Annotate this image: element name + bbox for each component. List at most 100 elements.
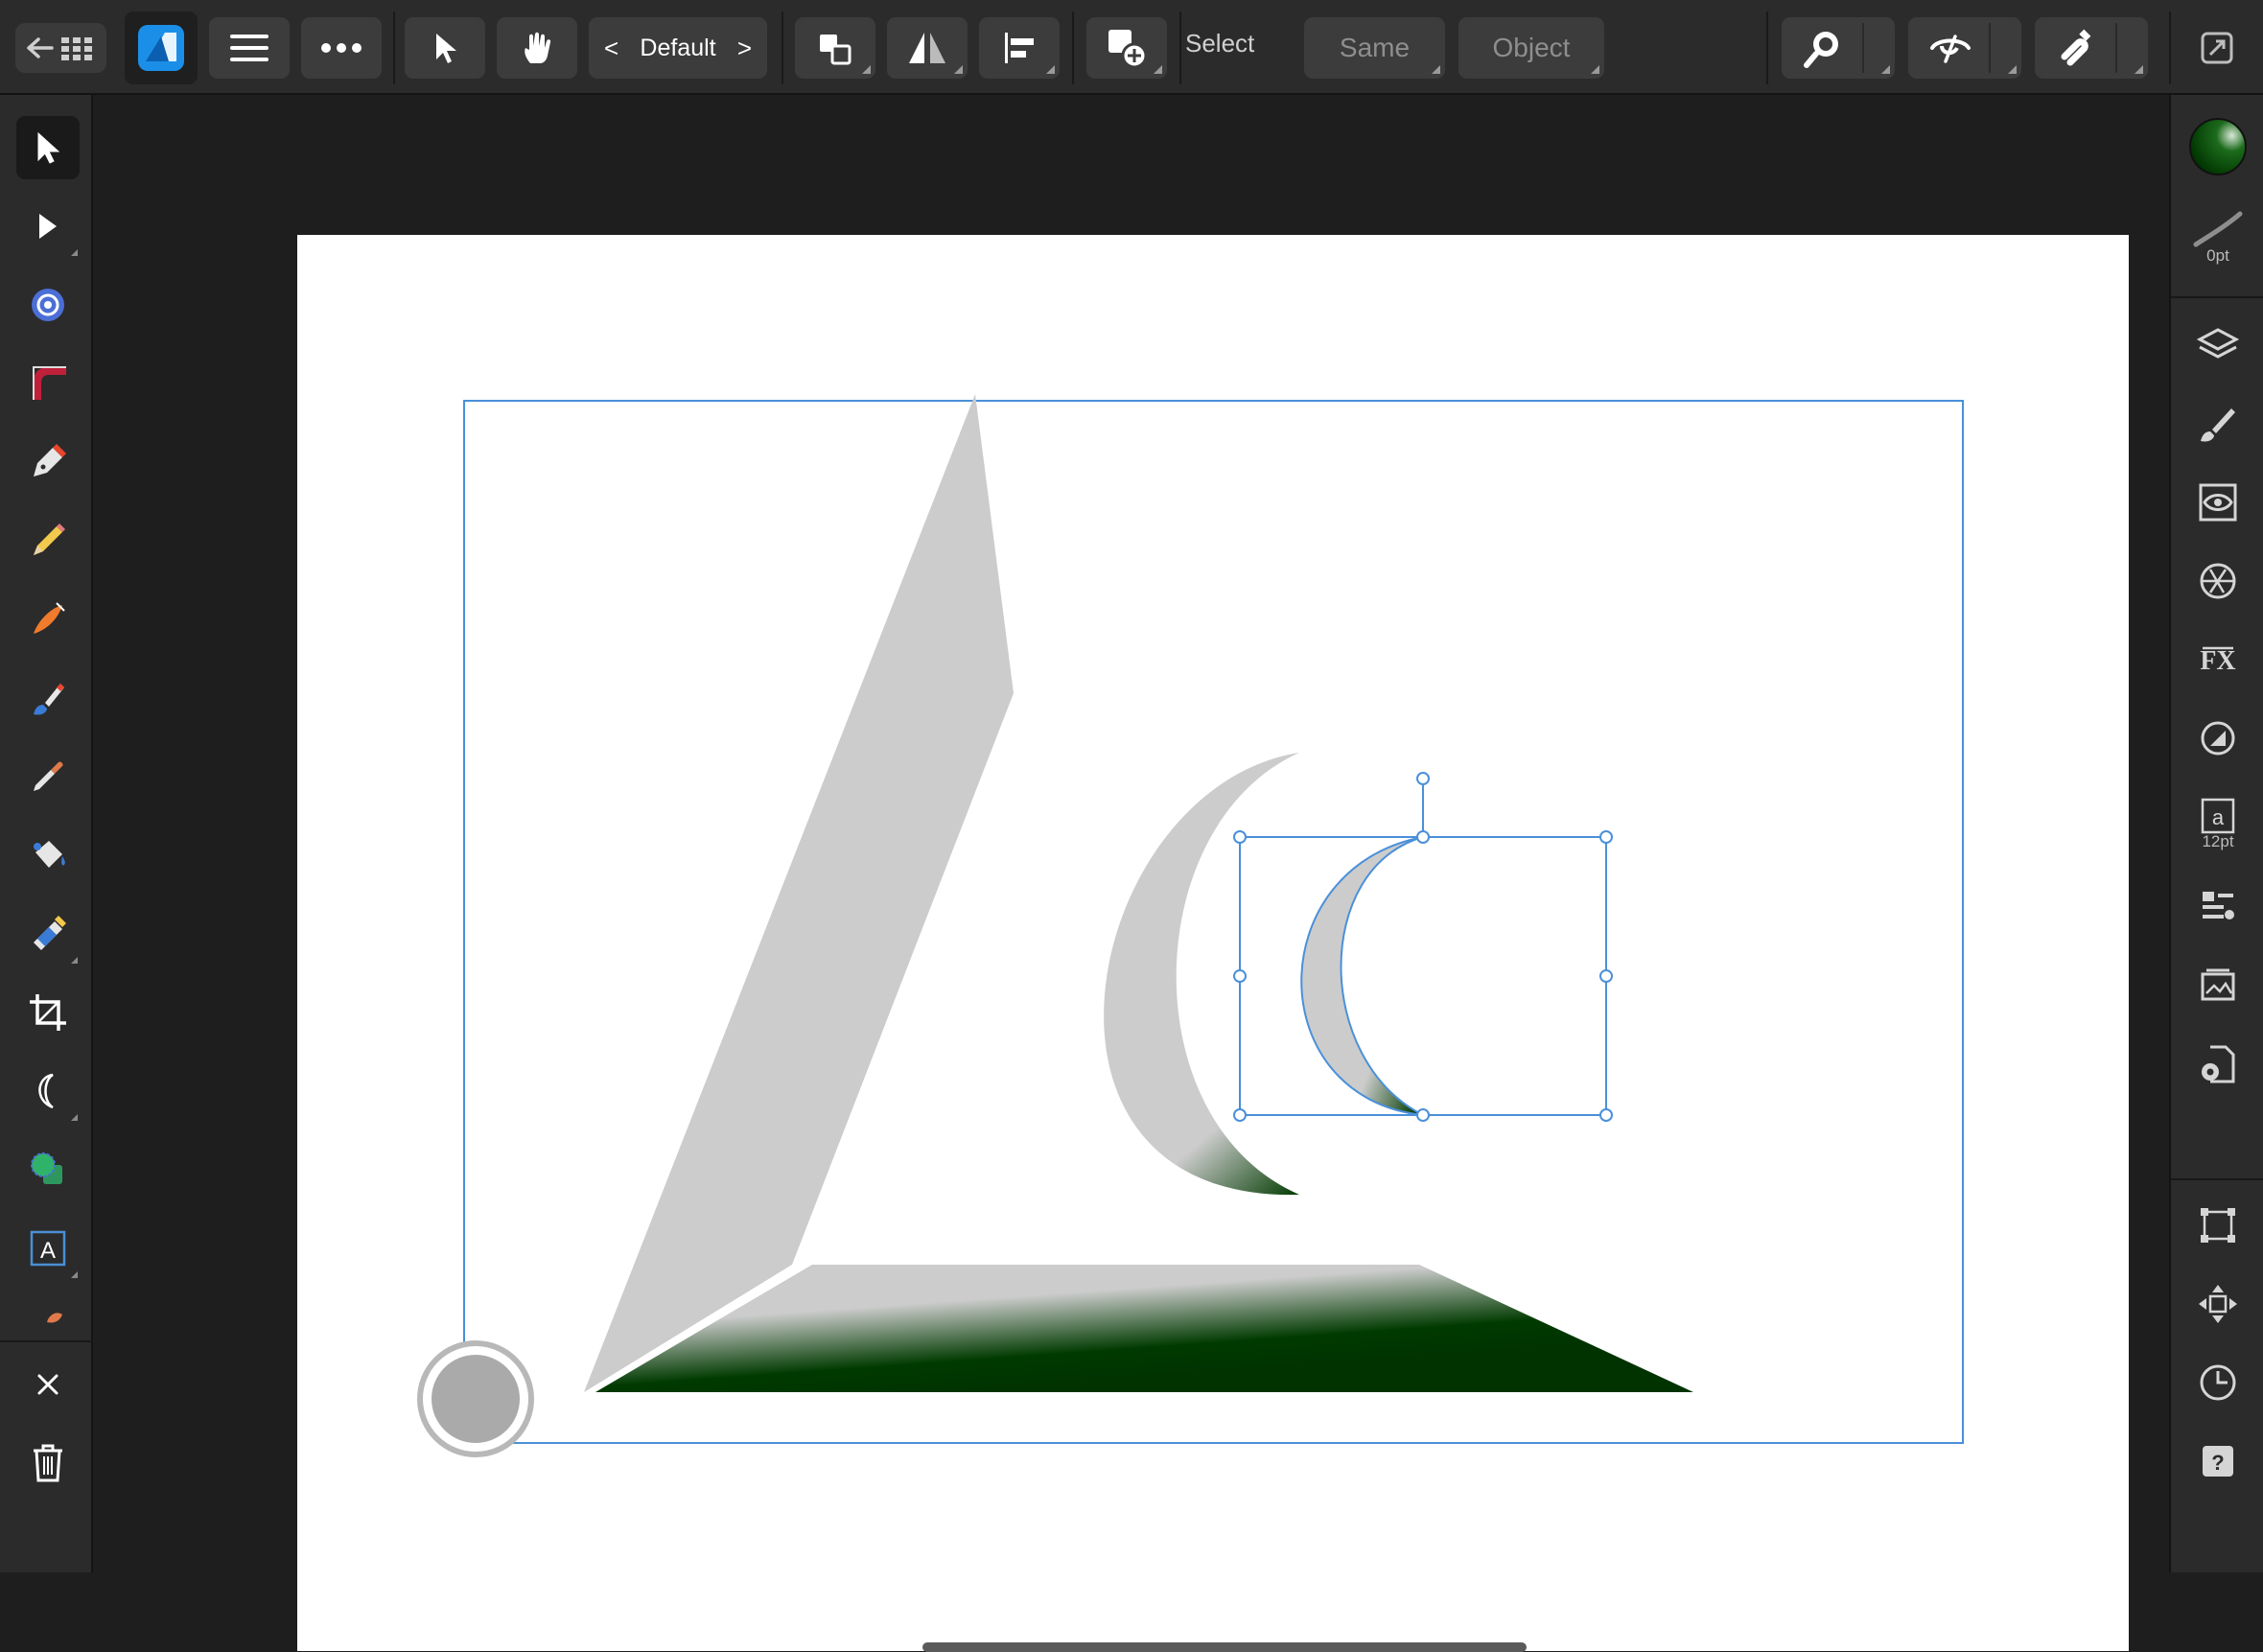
handle-bottom-right[interactable] [1599, 1108, 1613, 1122]
selection-handles[interactable] [1233, 772, 1613, 1122]
persona-name: Default [640, 34, 716, 61]
fill-tool[interactable] [16, 824, 80, 887]
select-same-label: Same [1339, 33, 1411, 62]
corner-tool[interactable] [16, 352, 80, 415]
navigator-panel-button[interactable] [2186, 1272, 2250, 1336]
crescent-icon [38, 1073, 54, 1109]
svg-text:FX: FX [2200, 646, 2235, 676]
svg-text:A: A [40, 1238, 56, 1264]
brush-peek-icon [47, 1313, 62, 1323]
ellipsis-icon [321, 43, 362, 53]
arrange-button[interactable] [795, 17, 875, 79]
shape-builder-icon [31, 1152, 62, 1184]
canvas-area[interactable] [93, 95, 2169, 1652]
view-mode-button[interactable] [1908, 17, 2021, 79]
handle-bottom-left[interactable] [1233, 1108, 1247, 1122]
svg-text:a: a [2212, 805, 2225, 829]
brushes-panel-button[interactable] [2186, 392, 2250, 455]
vector-brush-tool[interactable] [16, 588, 80, 651]
svg-text:?: ? [2211, 1451, 2224, 1475]
fullscreen-button[interactable] [2186, 17, 2248, 79]
paint-brush-icon [34, 684, 64, 715]
arrange-icon [820, 35, 852, 65]
pencil-tool[interactable] [16, 509, 80, 572]
appearance-panel-button[interactable] [2186, 471, 2250, 534]
target-icon [32, 289, 64, 321]
select-same-button[interactable]: Same [1304, 17, 1445, 79]
persona-prev-arrow[interactable]: < [604, 34, 618, 63]
stock-panel-button[interactable] [2186, 954, 2250, 1017]
persona-switcher[interactable]: < Default > [589, 17, 767, 79]
tall-triangle-shape[interactable] [584, 394, 1014, 1392]
point-transform-tool[interactable] [16, 273, 80, 337]
text-frame-icon: A [30, 1230, 66, 1267]
pen-tool[interactable] [16, 430, 80, 494]
text-style-button[interactable]: a 12pt [2186, 785, 2250, 864]
large-crescent-shape[interactable] [1104, 753, 1299, 1196]
transparency-panel-button[interactable] [2186, 707, 2250, 770]
back-to-documents-button[interactable] [15, 23, 106, 73]
select-mode-button[interactable] [405, 17, 485, 79]
align-button[interactable] [979, 17, 1060, 79]
move-tool[interactable] [16, 116, 80, 179]
snapping-button[interactable] [2035, 17, 2148, 79]
handle-top-mid[interactable] [1416, 830, 1430, 844]
designer-persona-button[interactable] [125, 12, 198, 84]
zoom-button[interactable] [1782, 17, 1895, 79]
clock-history-icon [2200, 1364, 2236, 1401]
hand-gesture-icon [525, 32, 551, 63]
history-panel-button[interactable] [2186, 1351, 2250, 1414]
crop-icon [30, 994, 66, 1031]
gesture-mode-button[interactable] [497, 17, 577, 79]
handle-mid-right[interactable] [1599, 969, 1613, 983]
fx-icon: FX [2200, 646, 2235, 676]
shape-builder-tool[interactable] [16, 1138, 80, 1201]
aperture-icon [2200, 563, 2236, 599]
document-page[interactable] [297, 235, 2129, 1651]
select-object-label: Object [1492, 33, 1571, 62]
add-object-button[interactable] [1086, 17, 1167, 79]
crop-tool[interactable] [16, 981, 80, 1044]
help-button[interactable]: ? [2186, 1430, 2250, 1493]
eyedropper-tool[interactable] [16, 745, 80, 808]
select-object-button[interactable]: Object [1458, 17, 1604, 79]
menu-button[interactable] [209, 17, 290, 79]
text-styles-icon [2203, 892, 2234, 919]
adjustments-panel-button[interactable] [2186, 549, 2250, 613]
handle-bottom-mid[interactable] [1416, 1108, 1430, 1122]
more-tools-peek[interactable] [16, 1295, 80, 1324]
appearance-eye-icon [2199, 483, 2237, 522]
stroke-curve-icon [2193, 211, 2243, 247]
flip-button[interactable] [887, 17, 968, 79]
persona-next-arrow[interactable]: > [737, 34, 752, 63]
transform-panel-button[interactable] [2186, 1194, 2250, 1257]
close-button[interactable] [16, 1353, 80, 1416]
document-settings-button[interactable] [2186, 1033, 2250, 1096]
layers-panel-button[interactable] [2186, 314, 2250, 377]
designer-app-icon [138, 25, 184, 71]
more-button[interactable] [301, 17, 382, 79]
artistic-text-tool[interactable]: A [16, 1217, 80, 1280]
artwork[interactable] [297, 235, 2129, 1651]
text-size-label: 12pt [2202, 832, 2234, 850]
crescent-tool[interactable] [16, 1059, 80, 1123]
selected-crescent-shape[interactable] [1300, 836, 1424, 1116]
modifier-puck[interactable] [417, 1340, 534, 1457]
effects-panel-button[interactable]: FX [2186, 628, 2250, 691]
handle-top-left[interactable] [1233, 830, 1247, 844]
node-tool[interactable] [16, 195, 80, 258]
handle-top-right[interactable] [1599, 830, 1613, 844]
text-styles-panel-button[interactable] [2186, 875, 2250, 939]
stroke-well[interactable]: 0pt [2186, 197, 2250, 279]
arrow-cursor-icon [37, 131, 60, 164]
image-stack-icon [2201, 968, 2235, 1001]
horizontal-scrollbar[interactable] [922, 1642, 1527, 1652]
rotate-handle[interactable] [1416, 772, 1430, 785]
vector-brush-icon [34, 602, 65, 634]
fill-color-well[interactable] [2186, 115, 2250, 178]
delete-button[interactable] [16, 1431, 80, 1495]
handle-mid-left[interactable] [1233, 969, 1247, 983]
paint-brush-tool[interactable] [16, 666, 80, 730]
trash-icon [34, 1444, 62, 1482]
transparency-tool[interactable] [16, 902, 80, 966]
